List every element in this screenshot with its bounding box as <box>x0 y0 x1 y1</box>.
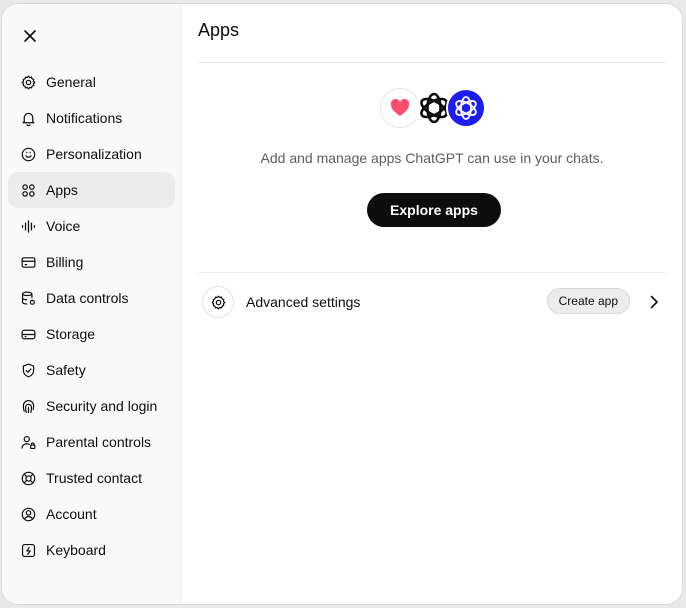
keyboard-icon <box>19 541 37 559</box>
smile-icon <box>19 145 37 163</box>
waveform-icon <box>19 217 37 235</box>
close-icon <box>24 30 36 42</box>
section-divider <box>198 272 666 273</box>
sidebar-item-label: Billing <box>46 254 84 270</box>
apps-panel: Apps Add and manage apps ChatGPT can use… <box>198 4 666 604</box>
close-button[interactable] <box>18 24 42 48</box>
title-divider <box>198 62 666 63</box>
sidebar-item-security-and-login[interactable]: Security and login <box>8 388 175 424</box>
user-lock-icon <box>19 433 37 451</box>
sidebar-item-label: Personalization <box>46 146 142 162</box>
sidebar-item-account[interactable]: Account <box>8 496 175 532</box>
grid-icon <box>19 181 37 199</box>
sidebar-item-label: Apps <box>46 182 78 198</box>
storage-icon <box>19 325 37 343</box>
lifebuoy-icon <box>19 469 37 487</box>
user-circle-icon <box>19 505 37 523</box>
sidebar-item-label: Safety <box>46 362 86 378</box>
sidebar-item-label: Data controls <box>46 290 129 306</box>
explore-apps-button[interactable]: Explore apps <box>367 193 501 227</box>
settings-sidebar: General Notifications Personalization Ap… <box>2 4 181 604</box>
sidebar-item-safety[interactable]: Safety <box>8 352 175 388</box>
sidebar-item-voice[interactable]: Voice <box>8 208 175 244</box>
settings-modal: General Notifications Personalization Ap… <box>2 4 682 604</box>
sidebar-item-notifications[interactable]: Notifications <box>8 100 175 136</box>
create-app-button[interactable]: Create app <box>546 288 630 314</box>
sidebar-item-label: Account <box>46 506 97 522</box>
sidebar-item-apps[interactable]: Apps <box>8 172 175 208</box>
sidebar-item-label: Voice <box>46 218 81 234</box>
sidebar-item-label: Storage <box>46 326 96 342</box>
sidebar-item-general[interactable]: General <box>8 64 175 100</box>
gear-icon <box>202 286 234 318</box>
sidebar-item-billing[interactable]: Billing <box>8 244 175 280</box>
bell-icon <box>19 109 37 127</box>
settings-nav: General Notifications Personalization Ap… <box>8 64 175 568</box>
database-gear-icon <box>19 289 37 307</box>
sidebar-item-keyboard[interactable]: Keyboard <box>8 532 175 568</box>
credit-card-icon <box>19 253 37 271</box>
page-title: Apps <box>198 20 240 40</box>
gear-icon <box>19 73 37 91</box>
sidebar-item-storage[interactable]: Storage <box>8 316 175 352</box>
sidebar-item-label: Security and login <box>46 398 158 414</box>
sidebar-item-label: Notifications <box>46 110 123 126</box>
sidebar-item-trusted-contact[interactable]: Trusted contact <box>8 460 175 496</box>
chatgpt-blue-logo-icon <box>446 88 486 128</box>
sidebar-item-label: General <box>46 74 96 90</box>
fingerprint-icon <box>19 397 37 415</box>
sidebar-item-label: Trusted contact <box>46 470 142 486</box>
sidebar-item-personalization[interactable]: Personalization <box>8 136 175 172</box>
advanced-settings-row[interactable]: Advanced settings Create app <box>198 282 666 322</box>
apps-description: Add and manage apps ChatGPT can use in y… <box>260 150 604 166</box>
sidebar-item-label: Parental controls <box>46 434 152 450</box>
app-icons-cluster <box>380 88 490 130</box>
sidebar-item-label: Keyboard <box>46 542 106 558</box>
chevron-right-icon[interactable] <box>646 294 662 310</box>
shield-check-icon <box>19 361 37 379</box>
sidebar-item-parental-controls[interactable]: Parental controls <box>8 424 175 460</box>
advanced-settings-label: Advanced settings <box>246 294 361 310</box>
sidebar-item-data-controls[interactable]: Data controls <box>8 280 175 316</box>
